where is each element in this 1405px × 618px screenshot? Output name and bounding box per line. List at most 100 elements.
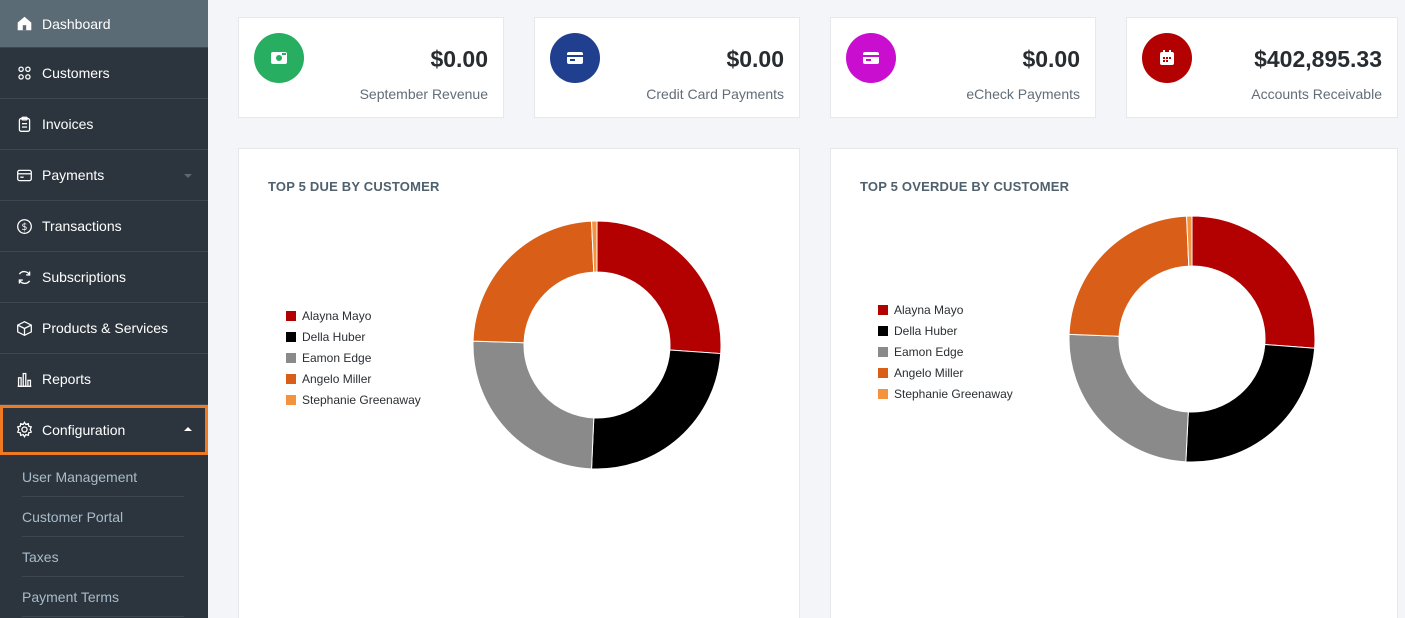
sidebar-item-label: Customers	[42, 65, 110, 81]
sidebar-item-label: Subscriptions	[42, 269, 127, 285]
sidebar-item-label: Invoices	[42, 116, 94, 132]
legend-label: Alayna Mayo	[302, 308, 372, 323]
dollar-circle-icon: $	[14, 216, 34, 236]
chart-card-top-overdue: TOP 5 OVERDUE BY CUSTOMER Alayna Mayo De…	[830, 148, 1398, 618]
legend-item: Eamon Edge	[286, 347, 421, 368]
submenu-item-customer-portal[interactable]: Customer Portal	[22, 497, 184, 537]
legend-swatch	[878, 346, 888, 357]
legend-label: Stephanie Greenaway	[302, 392, 421, 407]
legend-swatch	[286, 331, 296, 342]
donut-slice-della-huber[interactable]	[591, 349, 722, 470]
legend-item: Alayna Mayo	[286, 305, 421, 326]
stat-value: $402,895.33	[1254, 46, 1382, 72]
sidebar: Dashboard Customers Invoices Payments $ …	[0, 0, 208, 618]
legend-label: Angelo Miller	[302, 371, 372, 386]
donut-chart	[472, 220, 722, 470]
donut-slice-della-huber[interactable]	[1185, 343, 1316, 463]
sidebar-item-label: Configuration	[42, 421, 126, 438]
stat-value: $0.00	[430, 46, 488, 72]
credit-card-icon	[846, 33, 896, 83]
submenu-item-taxes[interactable]: Taxes	[22, 537, 184, 577]
svg-text:$: $	[21, 221, 27, 232]
legend-label: Della Huber	[894, 323, 958, 338]
sidebar-item-subscriptions[interactable]: Subscriptions	[0, 252, 208, 303]
users-icon	[14, 63, 34, 83]
sidebar-item-customers[interactable]: Customers	[0, 48, 208, 99]
legend-label: Della Huber	[302, 329, 366, 344]
chart-legend: Alayna Mayo Della Huber Eamon Edge Angel…	[286, 305, 421, 410]
legend-label: Stephanie Greenaway	[894, 386, 1013, 401]
legend-item: Stephanie Greenaway	[878, 383, 1013, 404]
cash-icon	[254, 33, 304, 83]
legend-swatch	[878, 325, 888, 336]
legend-swatch	[878, 304, 888, 315]
stat-label: Credit Card Payments	[646, 86, 784, 102]
submenu-item-label: User Management	[22, 468, 138, 485]
sidebar-item-invoices[interactable]: Invoices	[0, 99, 208, 150]
legend-swatch	[286, 310, 296, 321]
stat-label: Accounts Receivable	[1251, 86, 1382, 102]
legend-label: Eamon Edge	[894, 344, 964, 359]
sidebar-item-label: Reports	[42, 371, 92, 387]
chart-card-top-due: TOP 5 DUE BY CUSTOMER Alayna Mayo Della …	[238, 148, 800, 618]
chevron-down-icon	[184, 174, 192, 178]
legend-swatch	[878, 388, 888, 399]
submenu-item-label: Taxes	[22, 548, 59, 565]
chart-title: TOP 5 DUE BY CUSTOMER	[268, 179, 440, 194]
stat-card-echeck: $0.00 eCheck Payments	[830, 17, 1096, 118]
sidebar-item-label: Products & Services	[42, 320, 169, 336]
legend-item: Della Huber	[286, 326, 421, 347]
donut-slice-eamon-edge[interactable]	[1068, 333, 1189, 463]
stat-card-credit-card: $0.00 Credit Card Payments	[534, 17, 800, 118]
donut-chart	[1068, 215, 1316, 463]
donut-slice-angelo-miller[interactable]	[1068, 215, 1190, 337]
donut-slice-eamon-edge[interactable]	[472, 340, 595, 470]
submenu-item-payment-terms[interactable]: Payment Terms	[22, 577, 184, 617]
sidebar-item-payments[interactable]: Payments	[0, 150, 208, 201]
legend-swatch	[878, 367, 888, 378]
chart-legend: Alayna Mayo Della Huber Eamon Edge Angel…	[878, 299, 1013, 404]
credit-card-icon	[550, 33, 600, 83]
sidebar-item-dashboard[interactable]: Dashboard	[0, 0, 208, 48]
legend-label: Angelo Miller	[894, 365, 964, 380]
sidebar-item-label: Transactions	[42, 218, 122, 234]
legend-item: Della Huber	[878, 320, 1013, 341]
stat-label: eCheck Payments	[966, 86, 1080, 102]
chart-title: TOP 5 OVERDUE BY CUSTOMER	[860, 179, 1070, 194]
legend-label: Alayna Mayo	[894, 302, 964, 317]
legend-item: Eamon Edge	[878, 341, 1013, 362]
gear-icon	[14, 420, 34, 440]
box-icon	[14, 318, 34, 338]
sidebar-item-configuration[interactable]: Configuration	[0, 405, 208, 455]
donut-slice-angelo-miller[interactable]	[472, 220, 595, 344]
legend-item: Angelo Miller	[878, 362, 1013, 383]
legend-swatch	[286, 352, 296, 363]
chevron-up-icon	[184, 426, 192, 431]
stat-value: $0.00	[1022, 46, 1080, 72]
stat-card-accounts-receivable: $402,895.33 Accounts Receivable	[1126, 17, 1398, 118]
submenu-item-label: Customer Portal	[22, 508, 124, 525]
legend-label: Eamon Edge	[302, 350, 372, 365]
legend-item: Stephanie Greenaway	[286, 389, 421, 410]
submenu-item-user-management[interactable]: User Management	[22, 457, 184, 497]
legend-item: Alayna Mayo	[878, 299, 1013, 320]
stat-value: $0.00	[726, 46, 784, 72]
clipboard-icon	[14, 114, 34, 134]
home-icon	[14, 14, 34, 34]
legend-swatch	[286, 373, 296, 384]
sidebar-item-label: Payments	[42, 167, 105, 183]
legend-swatch	[286, 394, 296, 405]
sidebar-item-reports[interactable]: Reports	[0, 354, 208, 405]
sidebar-item-products-services[interactable]: Products & Services	[0, 303, 208, 354]
sidebar-item-label: Dashboard	[42, 15, 111, 32]
submenu-item-label: Payment Terms	[22, 588, 119, 605]
stat-card-revenue: $0.00 September Revenue	[238, 17, 504, 118]
donut-slice-alayna-mayo[interactable]	[596, 220, 722, 355]
legend-item: Angelo Miller	[286, 368, 421, 389]
sidebar-item-transactions[interactable]: $ Transactions	[0, 201, 208, 252]
refresh-icon	[14, 267, 34, 287]
stat-label: September Revenue	[359, 86, 488, 102]
donut-slice-alayna-mayo[interactable]	[1191, 215, 1316, 349]
bar-chart-icon	[14, 369, 34, 389]
credit-card-icon	[14, 165, 34, 185]
